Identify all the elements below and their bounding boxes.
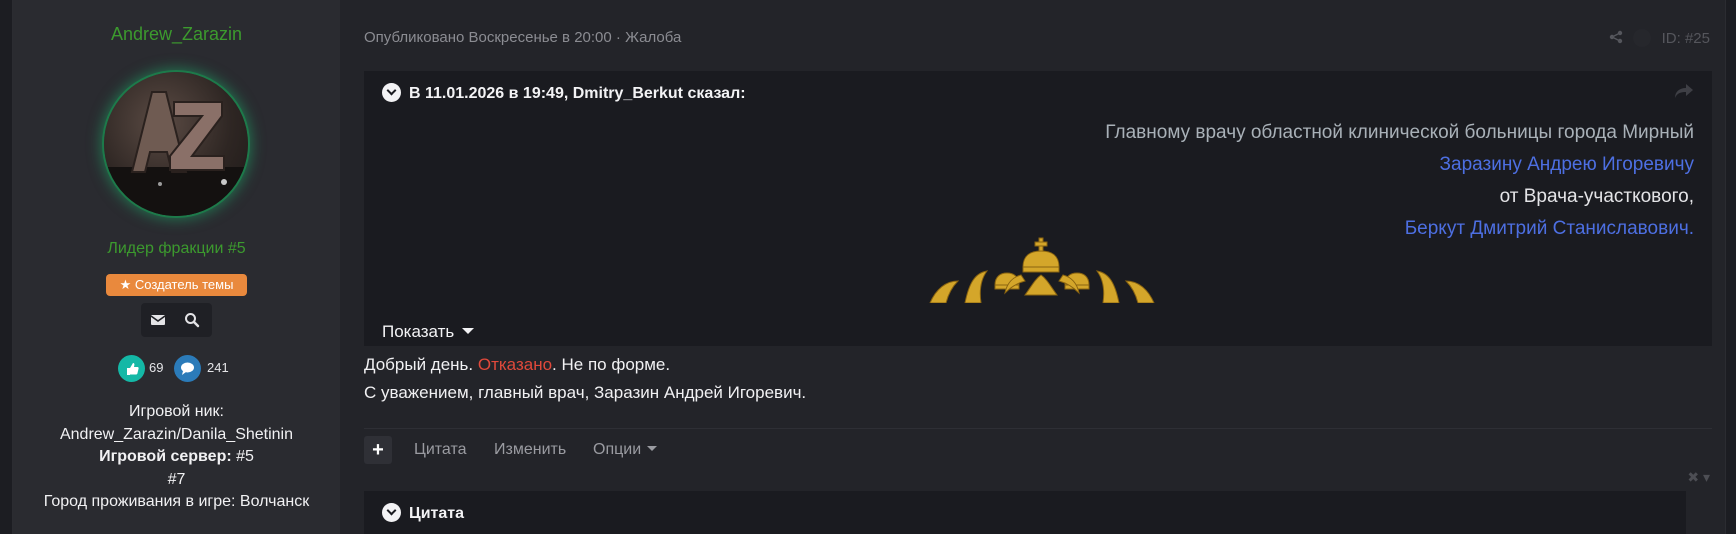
topic-creator-badge: ★ Создатель темы: [106, 274, 247, 296]
caret-down-icon: [462, 328, 475, 334]
quote-line-1: Главному врачу областной клинической бол…: [1105, 122, 1694, 143]
server-label: Игровой сервер:: [99, 448, 232, 465]
dismiss-icon[interactable]: ✖ ▾: [1687, 469, 1710, 486]
rejected-status: Отказано: [477, 355, 553, 374]
quote-block-2: Цитата: [364, 491, 1686, 534]
quote-content: Главному врачу областной клинической бол…: [1105, 117, 1694, 245]
divider: [364, 428, 1712, 429]
greeting-text: Добрый день.: [364, 355, 478, 374]
forum-post: Andrew_Zarazin Лидер фракции #5 ★ Создат…: [12, 0, 1726, 534]
search-icon[interactable]: [184, 312, 200, 328]
author-stats: 69 241: [118, 355, 248, 383]
quote2-header-text: Цитата: [409, 505, 464, 522]
body-line-1: Добрый день. Отказано. Не по форме.: [364, 351, 806, 379]
quote-button[interactable]: Цитата: [414, 441, 467, 459]
show-more-button[interactable]: Показать: [382, 322, 475, 342]
quote-header[interactable]: В 11.01.2026 в 19:49, Dmitry_Berkut сказ…: [382, 83, 746, 103]
show-more-label: Показать: [382, 322, 455, 341]
badge-label: Создатель темы: [134, 277, 234, 292]
post-id[interactable]: ID: #25: [1662, 30, 1710, 47]
reason-text: . Не по форме.: [552, 355, 671, 374]
post-date[interactable]: Опубликовано Воскресенье в 20:00: [364, 29, 612, 46]
quote-line-4: Беркут Дмитрий Станиславович.: [1404, 218, 1694, 239]
posts-count: 241: [207, 360, 229, 375]
city-line: Город проживания в игре: Волчанск: [43, 493, 310, 510]
quote-block: В 11.01.2026 в 19:49, Dmitry_Berkut сказ…: [364, 71, 1712, 346]
post-tools: ID: #25: [1609, 29, 1710, 47]
quote2-header[interactable]: Цитата: [382, 503, 464, 523]
edit-button[interactable]: Изменить: [494, 441, 566, 459]
caret-down-icon: [647, 446, 658, 451]
star-icon: ★: [119, 277, 132, 292]
multi-quote-plus-button[interactable]: +: [364, 436, 392, 464]
avatar-logo-icon: [104, 91, 248, 216]
post-body: Добрый день. Отказано. Не по форме. С ув…: [364, 351, 806, 407]
chevron-down-icon[interactable]: [382, 503, 401, 522]
report-link[interactable]: Жалоба: [625, 29, 681, 46]
signature-text: С уважением, главный врач, Заразин Андре…: [364, 383, 807, 402]
author-custom-fields: Игровой ник: Andrew_Zarazin/Danila_Sheti…: [13, 401, 340, 514]
comment-icon: [174, 355, 201, 382]
server-value: #5: [231, 448, 254, 465]
post-actions: + Цитата Изменить Опции: [364, 436, 764, 470]
server-value-2: #7: [167, 470, 186, 488]
author-name-link[interactable]: Andrew_Zarazin: [13, 24, 340, 45]
share-arrow-icon[interactable]: [1674, 83, 1694, 99]
author-panel: Andrew_Zarazin Лидер фракции #5 ★ Создат…: [13, 0, 340, 534]
chevron-down-icon[interactable]: [382, 83, 401, 102]
author-actions: [141, 303, 212, 337]
nick-value: Andrew_Zarazin/Danila_Shetinin: [59, 425, 294, 443]
thumbs-up-icon: [118, 355, 145, 382]
post-meta: Опубликовано Воскресенье в 20:00 · Жалоб…: [364, 29, 681, 46]
envelope-icon[interactable]: [150, 312, 166, 328]
likes-count: 69: [149, 360, 164, 375]
author-rank: Лидер фракции #5: [107, 240, 246, 257]
options-label: Опции: [593, 441, 642, 458]
server-line: Игровой сервер: #5: [13, 446, 340, 469]
options-button[interactable]: Опции: [593, 441, 658, 459]
meta-separator: ·: [615, 29, 621, 46]
quote-line-3: от Врача-участкового,: [1499, 186, 1694, 207]
quote-line-2: Заразину Андрею Игоревичу: [1439, 154, 1694, 175]
nick-label: Игровой ник:: [129, 403, 224, 420]
avatar[interactable]: [104, 72, 248, 216]
share-icon[interactable]: [1609, 30, 1627, 47]
select-checkbox[interactable]: [1633, 29, 1652, 47]
eagle-emblem-icon: [925, 235, 1159, 303]
quote-header-text: В 11.01.2026 в 19:49, Dmitry_Berkut сказ…: [409, 85, 746, 102]
